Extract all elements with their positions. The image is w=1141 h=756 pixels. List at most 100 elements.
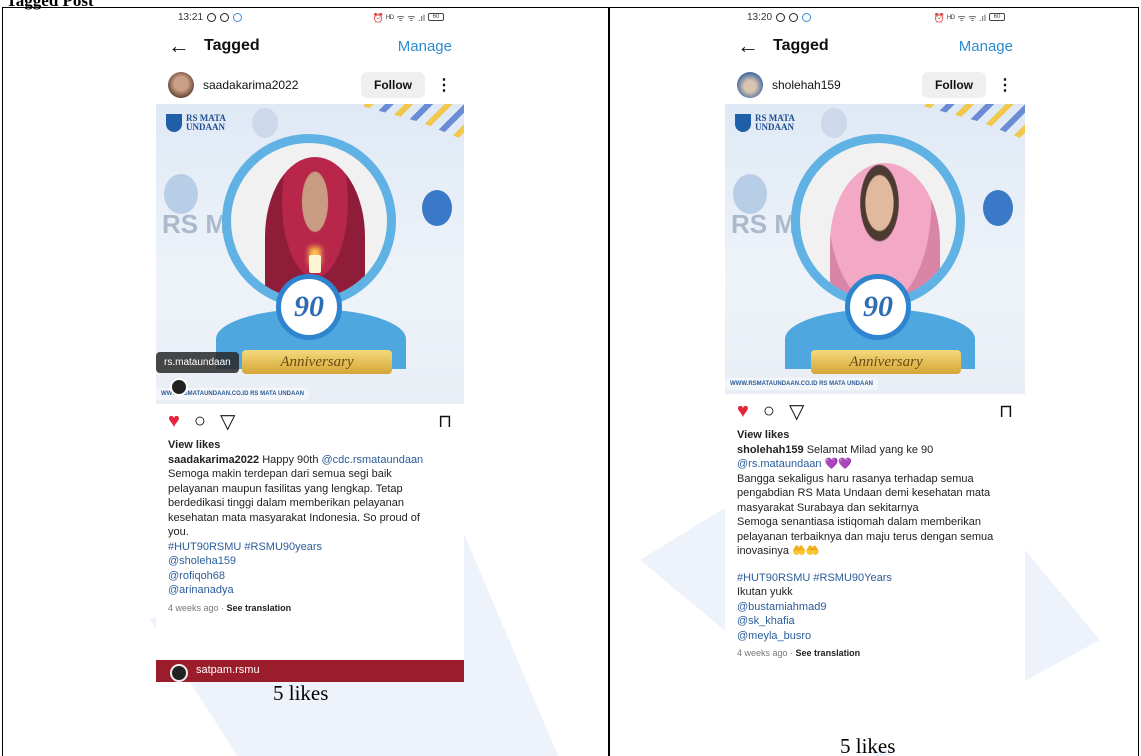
back-arrow-icon[interactable]: ← xyxy=(168,33,204,59)
caption-first-line: saadakarima2022 Happy 90th @cdc.rsmataun… xyxy=(168,453,452,468)
share-icon[interactable]: ▽ xyxy=(220,409,235,434)
caption-text: Selamat Milad yang ke 90 xyxy=(803,443,934,456)
status-indicators: ⏰ ᴴᴰ ᯤ ᯤ .ıl xyxy=(372,12,425,23)
action-bar: ♥ ○ ▽ ⊓ xyxy=(725,394,1025,428)
status-bar: 13:20 ⏰ ᴴᴰ ᯤ ᯤ .ıl 60 xyxy=(725,8,1025,26)
page-title: Tagged xyxy=(204,37,260,54)
anniversary-90-badge: 90 xyxy=(276,274,342,340)
balloon-decoration xyxy=(983,190,1013,226)
caption-mention[interactable]: @arinanadya xyxy=(168,583,452,598)
author-username[interactable]: saadakarima2022 xyxy=(203,78,352,92)
meta-separator: · xyxy=(787,648,796,658)
status-time: 13:20 xyxy=(747,11,773,23)
share-icon[interactable]: ▽ xyxy=(789,399,804,424)
balloon-decoration xyxy=(422,190,452,226)
shield-logo-icon xyxy=(166,114,182,132)
app-notification-icon xyxy=(802,12,812,22)
battery-icon: 60 xyxy=(428,13,444,21)
caption-line: Bangga sekaligus haru rasanya terhadap s… xyxy=(737,472,974,485)
notification-icon xyxy=(789,12,799,22)
caption-hashtags[interactable]: #HUT90RSMU #RSMU90years xyxy=(168,540,452,555)
time-ago: 4 weeks ago xyxy=(168,602,219,613)
bookmark-icon[interactable]: ⊓ xyxy=(999,401,1013,422)
caption-line: Semoga makin terdepan dari semua segi ba… xyxy=(168,468,392,480)
caption-line: Semoga senantiasa istiqomah dalam member… xyxy=(737,516,981,528)
balloon-decoration xyxy=(164,174,198,214)
follow-button[interactable]: Follow xyxy=(922,72,986,98)
caption-line: you. xyxy=(168,526,189,538)
page-title: Tagged xyxy=(773,37,829,54)
post-image[interactable]: RS MATA UNDAAN RS M 90 Anniversary WWW.R… xyxy=(156,104,464,404)
caption-emoji: 💜💜 xyxy=(821,458,852,470)
view-likes-link[interactable]: View likes xyxy=(168,438,452,453)
follow-button[interactable]: Follow xyxy=(361,72,425,98)
action-bar: ♥ ○ ▽ ⊓ xyxy=(156,404,464,438)
caption-hashtags[interactable]: #HUT90RSMU #RSMU90Years xyxy=(737,571,1013,586)
likes-caption: 5 likes xyxy=(840,734,896,756)
post-author-row: sholehah159 Follow ⋮ xyxy=(725,66,1025,104)
manage-button[interactable]: Manage xyxy=(959,38,1013,55)
brand-logo: RS MATA UNDAAN xyxy=(166,114,246,132)
anniversary-90-badge: 90 xyxy=(845,274,911,340)
back-arrow-icon[interactable]: ← xyxy=(737,33,773,59)
caption-mention[interactable]: @rs.mataundaan xyxy=(737,458,822,470)
likes-caption: 5 likes xyxy=(273,681,329,705)
shield-logo-icon xyxy=(735,114,751,132)
top-bar: ← Tagged Manage xyxy=(725,26,1025,66)
see-translation-link[interactable]: See translation xyxy=(796,648,861,658)
caption-mention[interactable]: @bustamiahmad9 xyxy=(737,600,1013,615)
status-indicators: ⏰ ᴴᴰ ᯤ ᯤ .ıl xyxy=(933,12,986,23)
caption-mention[interactable]: @sholeha159 xyxy=(168,554,452,569)
status-time: 13:21 xyxy=(178,11,204,23)
bunting-decoration xyxy=(354,104,464,140)
caption-line: pelayanan maupun fasilitas yang lengkap.… xyxy=(168,482,403,495)
caption-username[interactable]: saadakarima2022 xyxy=(168,454,259,466)
view-likes-link[interactable]: View likes xyxy=(737,428,1013,443)
time-ago: 4 weeks ago xyxy=(737,648,788,658)
avatar[interactable] xyxy=(170,664,188,682)
phone-screen: 13:21 ⏰ ᴴᴰ ᯤ ᯤ .ıl 60 ← Tagged Manage sa… xyxy=(156,8,464,682)
caption-line: masyarakat Surabaya dan sekitarnya xyxy=(737,501,919,514)
more-options-icon[interactable]: ⋮ xyxy=(434,75,452,95)
whatsapp-icon xyxy=(207,12,217,22)
meta-separator: · xyxy=(218,602,227,613)
caption-mention[interactable]: @cdc.rsmataundaan xyxy=(322,454,424,466)
next-post-username[interactable]: satpam.rsmu xyxy=(196,664,260,676)
like-heart-icon[interactable]: ♥ xyxy=(737,400,749,423)
caption-line: inovasinya 🤲🤲 xyxy=(737,545,820,557)
whatsapp-icon xyxy=(776,12,786,22)
tagged-people-icon[interactable] xyxy=(170,378,188,396)
avatar[interactable] xyxy=(168,72,194,98)
post-image[interactable]: RS MATA UNDAAN RS M 90 Anniversary WWW.R… xyxy=(725,104,1025,394)
like-heart-icon[interactable]: ♥ xyxy=(168,410,180,433)
brand-line-2: UNDAAN xyxy=(186,122,225,132)
avatar[interactable] xyxy=(737,72,763,98)
balloon-decoration xyxy=(252,108,278,138)
caption-line: Ikutan yukk xyxy=(737,586,793,598)
caption-mention[interactable]: @rofiqoh68 xyxy=(168,569,452,584)
caption-line: berdedikasi tinggi dalam memberikan pela… xyxy=(168,497,405,509)
caption-area: View likes sholehah159 Selamat Milad yan… xyxy=(725,428,1025,661)
caption-line: pengabdian RS Mata Undaan demi kesehatan… xyxy=(737,487,991,499)
notification-icon xyxy=(220,12,230,22)
balloon-decoration xyxy=(821,108,847,138)
see-translation-link[interactable]: See translation xyxy=(227,603,292,613)
caption-line: pelayanan terbaiknya dan maju terus deng… xyxy=(737,530,994,543)
caption-username[interactable]: sholehah159 xyxy=(737,444,804,456)
tag-bubble[interactable]: rs.mataundaan xyxy=(156,352,239,373)
battery-icon: 60 xyxy=(989,13,1005,21)
anniversary-ribbon: Anniversary xyxy=(242,350,392,374)
caption-mention[interactable]: @meyla_busro xyxy=(737,629,1013,644)
bookmark-icon[interactable]: ⊓ xyxy=(438,411,452,432)
more-options-icon[interactable]: ⋮ xyxy=(995,75,1013,95)
post-meta: 4 weeks ago · See translation xyxy=(737,646,1013,661)
next-post-header[interactable]: satpam.rsmu xyxy=(156,660,464,682)
caption-first-line: sholehah159 Selamat Milad yang ke 90 xyxy=(737,443,1013,458)
comment-icon[interactable]: ○ xyxy=(763,400,775,423)
candle-decoration xyxy=(309,255,321,273)
manage-button[interactable]: Manage xyxy=(398,38,452,55)
post-author-row: saadakarima2022 Follow ⋮ xyxy=(156,66,464,104)
comment-icon[interactable]: ○ xyxy=(194,410,206,433)
caption-mention[interactable]: @sk_khafia xyxy=(737,614,1013,629)
author-username[interactable]: sholehah159 xyxy=(772,78,913,92)
